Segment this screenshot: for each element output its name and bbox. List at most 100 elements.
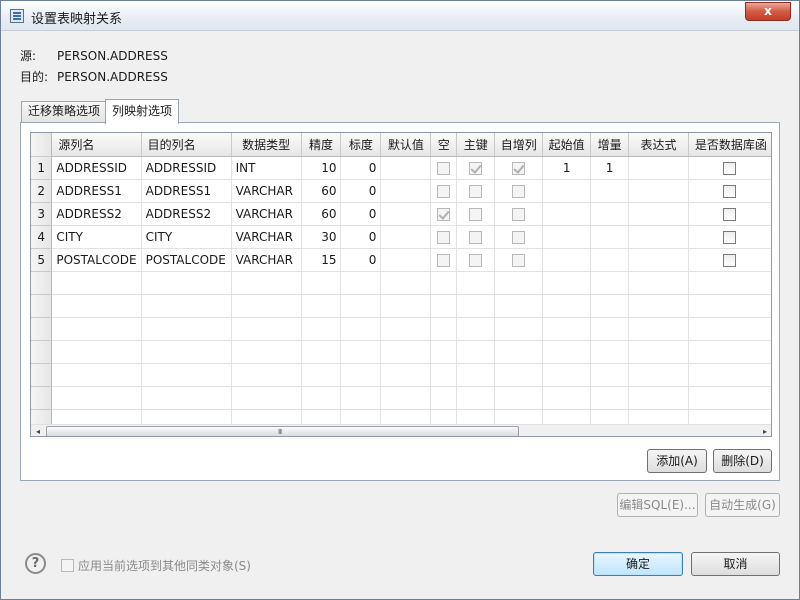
cell-db-function[interactable]: [688, 248, 771, 272]
empty-cell[interactable]: [542, 386, 592, 410]
col-header-autoincrement[interactable]: 自增列: [494, 133, 544, 157]
empty-cell[interactable]: [51, 340, 142, 364]
empty-cell[interactable]: [456, 271, 496, 295]
cell-increment[interactable]: 1: [590, 156, 630, 180]
cell-start-value[interactable]: [542, 202, 592, 226]
apply-checkbox-box[interactable]: [61, 559, 74, 572]
empty-cell[interactable]: [380, 409, 432, 424]
empty-cell[interactable]: [141, 340, 232, 364]
cell-precision[interactable]: 10: [301, 156, 342, 180]
col-header-start[interactable]: 起始值: [542, 133, 592, 157]
ok-button[interactable]: 确定: [593, 552, 683, 576]
cell-expression[interactable]: [628, 156, 689, 180]
scroll-left-icon[interactable]: ◂: [31, 425, 45, 436]
empty-cell[interactable]: [688, 294, 771, 318]
empty-cell[interactable]: [542, 271, 592, 295]
empty-cell[interactable]: [628, 340, 689, 364]
cell-db-function-checkbox[interactable]: [723, 230, 737, 244]
col-header-nullable[interactable]: 空: [430, 133, 458, 157]
cell-default[interactable]: [380, 156, 432, 180]
cell-source-column[interactable]: CITY: [51, 225, 142, 249]
col-header-type[interactable]: 数据类型: [231, 133, 302, 157]
cell-autoincrement-checkbox[interactable]: [512, 230, 526, 244]
cell-nullable-checkbox[interactable]: [437, 161, 451, 175]
cell-nullable-checkbox[interactable]: [437, 253, 451, 267]
cell-db-function[interactable]: [688, 225, 771, 249]
row-header[interactable]: [31, 317, 53, 341]
cell-start-value[interactable]: [542, 225, 592, 249]
cell-start-value[interactable]: [542, 179, 592, 203]
empty-cell[interactable]: [494, 409, 544, 424]
cell-precision[interactable]: 60: [301, 179, 342, 203]
cell-target-column[interactable]: CITY: [141, 225, 232, 249]
cell-increment[interactable]: [590, 202, 630, 226]
empty-cell[interactable]: [494, 386, 544, 410]
empty-cell[interactable]: [542, 363, 592, 387]
empty-cell[interactable]: [51, 409, 142, 424]
cell-start-value[interactable]: [542, 248, 592, 272]
empty-cell[interactable]: [340, 271, 382, 295]
empty-cell[interactable]: [51, 317, 142, 341]
empty-cell[interactable]: [141, 363, 232, 387]
cell-data-type[interactable]: VARCHAR: [231, 248, 302, 272]
cell-scale[interactable]: 0: [340, 202, 382, 226]
cell-scale[interactable]: 0: [340, 225, 382, 249]
cell-data-type[interactable]: VARCHAR: [231, 225, 302, 249]
help-icon[interactable]: ?: [25, 553, 46, 574]
empty-cell[interactable]: [590, 294, 630, 318]
empty-cell[interactable]: [340, 386, 382, 410]
cell-db-function-checkbox[interactable]: [723, 161, 737, 175]
col-header-scale[interactable]: 标度: [340, 133, 382, 157]
cell-nullable[interactable]: [430, 225, 458, 249]
cell-expression[interactable]: [628, 179, 689, 203]
cell-primary-key-checkbox[interactable]: [469, 230, 483, 244]
row-number[interactable]: 1: [31, 156, 53, 180]
cell-increment[interactable]: [590, 179, 630, 203]
empty-cell[interactable]: [590, 409, 630, 424]
empty-cell[interactable]: [231, 294, 302, 318]
cell-scale[interactable]: 0: [340, 179, 382, 203]
empty-cell[interactable]: [380, 317, 432, 341]
col-header-increment[interactable]: 增量: [590, 133, 630, 157]
empty-cell[interactable]: [141, 317, 232, 341]
col-header-source[interactable]: 源列名: [51, 133, 142, 157]
empty-cell[interactable]: [688, 409, 771, 424]
empty-cell[interactable]: [590, 271, 630, 295]
row-number[interactable]: 5: [31, 248, 53, 272]
empty-cell[interactable]: [590, 363, 630, 387]
cell-default[interactable]: [380, 202, 432, 226]
row-header[interactable]: [31, 271, 53, 295]
cell-source-column[interactable]: ADDRESSID: [51, 156, 142, 180]
cell-expression[interactable]: [628, 202, 689, 226]
empty-cell[interactable]: [494, 294, 544, 318]
empty-cell[interactable]: [380, 271, 432, 295]
empty-cell[interactable]: [301, 340, 342, 364]
cell-target-column[interactable]: ADDRESS1: [141, 179, 232, 203]
empty-cell[interactable]: [494, 363, 544, 387]
empty-cell[interactable]: [542, 294, 592, 318]
cell-expression[interactable]: [628, 225, 689, 249]
cell-precision[interactable]: 15: [301, 248, 342, 272]
cell-start-value[interactable]: 1: [542, 156, 592, 180]
empty-cell[interactable]: [430, 294, 458, 318]
cell-autoincrement[interactable]: [494, 202, 544, 226]
empty-cell[interactable]: [628, 409, 689, 424]
cell-primary-key[interactable]: [456, 202, 496, 226]
cell-primary-key-checkbox[interactable]: [469, 207, 483, 221]
empty-cell[interactable]: [340, 294, 382, 318]
cell-increment[interactable]: [590, 248, 630, 272]
edit-sql-button[interactable]: 编辑SQL(E)...: [617, 493, 698, 517]
cell-autoincrement[interactable]: [494, 225, 544, 249]
cell-primary-key[interactable]: [456, 179, 496, 203]
empty-cell[interactable]: [340, 409, 382, 424]
empty-cell[interactable]: [380, 294, 432, 318]
cell-increment[interactable]: [590, 225, 630, 249]
empty-cell[interactable]: [628, 317, 689, 341]
empty-cell[interactable]: [301, 386, 342, 410]
empty-cell[interactable]: [628, 386, 689, 410]
cell-source-column[interactable]: ADDRESS1: [51, 179, 142, 203]
cell-db-function-checkbox[interactable]: [723, 253, 737, 267]
cell-data-type[interactable]: VARCHAR: [231, 179, 302, 203]
empty-cell[interactable]: [430, 271, 458, 295]
cell-source-column[interactable]: POSTALCODE: [51, 248, 142, 272]
